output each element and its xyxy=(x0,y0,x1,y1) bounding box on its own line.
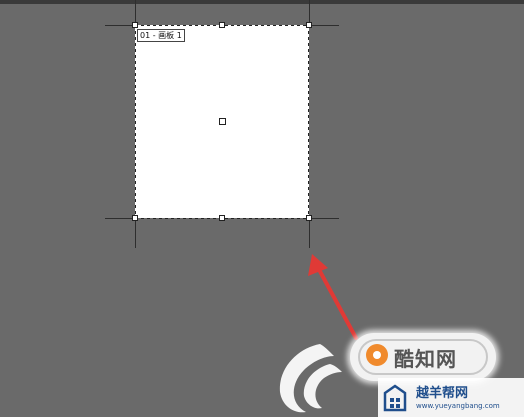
yueyang-logo-icon xyxy=(383,384,407,412)
artboard-center-handle[interactable] xyxy=(219,118,226,125)
kuzhi-logo-dot xyxy=(373,351,381,359)
resize-handle-bottom-right[interactable] xyxy=(306,215,312,221)
swirl-logo-icon xyxy=(279,344,342,413)
guide-top-left-h xyxy=(105,25,135,26)
resize-handle-bottom-left[interactable] xyxy=(132,215,138,221)
artboard-border-left xyxy=(135,25,136,218)
canvas-top-edge xyxy=(0,0,524,4)
kuzhi-badge-text: 酷知网 xyxy=(394,347,457,371)
artboard-name-label[interactable]: 01 - 画板 1 xyxy=(137,29,185,42)
resize-handle-top-right[interactable] xyxy=(306,22,312,28)
resize-handle-top-left[interactable] xyxy=(132,22,138,28)
illustrator-canvas[interactable]: 01 - 画板 1 酷知网 越羊帮网 www.yueyangbang.com xyxy=(0,0,524,417)
kuzhi-watermark-badge: 酷知网 xyxy=(350,333,496,381)
guide-bottom-right-v xyxy=(309,218,310,248)
guide-bottom-right-h xyxy=(309,218,339,219)
guide-bottom-left-v xyxy=(135,218,136,248)
resize-handle-bottom-middle[interactable] xyxy=(219,215,225,221)
guide-top-right-h xyxy=(309,25,339,26)
yueyang-site-url: www.yueyangbang.com xyxy=(416,402,500,410)
red-arrow-icon xyxy=(308,254,358,340)
artboard-border-right xyxy=(308,25,309,218)
yueyang-site-name: 越羊帮网 xyxy=(416,386,469,401)
guide-bottom-left-h xyxy=(105,218,135,219)
kuzhi-logo-icon xyxy=(366,344,388,366)
resize-handle-top-middle[interactable] xyxy=(219,22,225,28)
yueyang-watermark: 越羊帮网 www.yueyangbang.com xyxy=(378,378,524,417)
